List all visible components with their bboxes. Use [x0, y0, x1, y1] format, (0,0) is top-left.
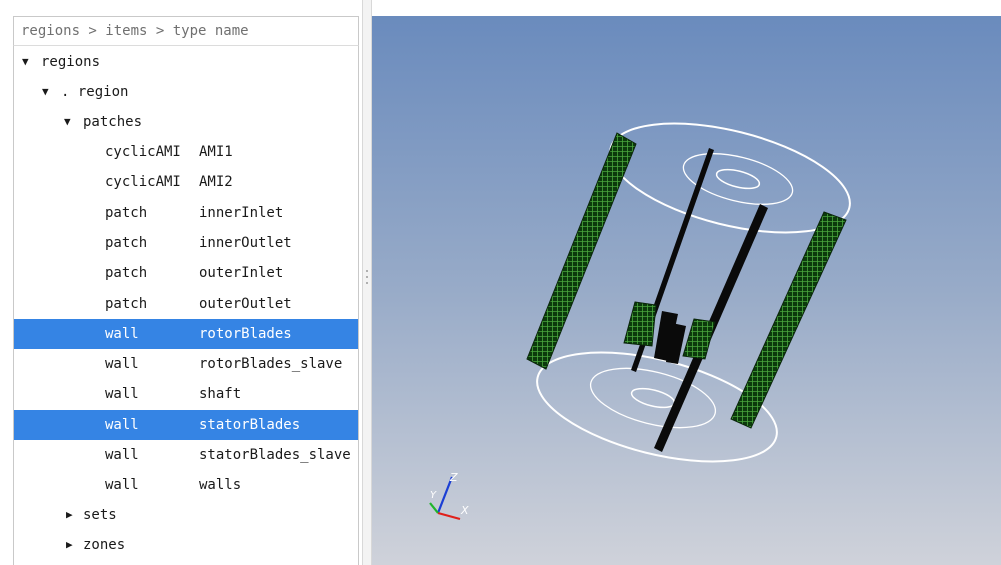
patch-row[interactable]: wall statorBlades: [14, 410, 358, 440]
patch-type: patch: [105, 265, 148, 281]
node-label: regions: [41, 54, 101, 70]
top-inner-ring-small: [715, 168, 761, 190]
splitter-grip: [366, 276, 368, 278]
patch-type: patch: [105, 235, 148, 251]
patch-row[interactable]: patch innerInlet: [14, 198, 358, 228]
patch-type: wall: [105, 417, 139, 433]
splitter-grip: [366, 282, 368, 284]
patch-type: patch: [105, 205, 148, 221]
patch-row[interactable]: patch outerInlet: [14, 258, 358, 288]
patch-row[interactable]: wall rotorBlades: [14, 319, 358, 349]
top-inner-ring: [682, 153, 794, 205]
patch-type: cyclicAMI: [105, 144, 181, 160]
3d-viewport[interactable]: Z Y X: [372, 16, 1001, 565]
node-label: zones: [83, 537, 126, 553]
collapse-caret-icon[interactable]: ▶: [66, 500, 73, 530]
node-label: . region: [61, 84, 129, 100]
patch-name: rotorBlades_slave: [199, 356, 343, 372]
patch-type: wall: [105, 356, 139, 372]
axis-label-z: Z: [449, 471, 458, 484]
node-label: patches: [83, 114, 143, 130]
patch-name: AMI1: [199, 144, 233, 160]
tree-node-region[interactable]: ▼ . region: [14, 77, 358, 107]
patch-type: wall: [105, 326, 139, 342]
panel-splitter[interactable]: [362, 0, 372, 565]
patch-type: cyclicAMI: [105, 174, 181, 190]
patch-row[interactable]: wall statorBlades_slave: [14, 440, 358, 470]
patch-name: outerInlet: [199, 265, 284, 281]
patch-row[interactable]: cyclicAMI AMI2: [14, 167, 358, 197]
patch-name: shaft: [199, 386, 242, 402]
patch-type: patch: [105, 296, 148, 312]
expand-caret-icon[interactable]: ▼: [42, 77, 49, 107]
tree-node-patches[interactable]: ▼ patches: [14, 107, 358, 137]
patch-name: innerOutlet: [199, 235, 292, 251]
patch-row[interactable]: patch innerOutlet: [14, 228, 358, 258]
patch-name: outerOutlet: [199, 296, 292, 312]
patch-name: statorBlades_slave: [199, 447, 351, 463]
patch-type: wall: [105, 386, 139, 402]
axis-label-x: X: [460, 504, 469, 517]
tree-panel: regions > items > type name ▼ regions ▼ …: [0, 0, 362, 565]
patch-row[interactable]: wall shaft: [14, 379, 358, 409]
patch-row[interactable]: wall rotorBlades_slave: [14, 349, 358, 379]
splitter-grip: [366, 270, 368, 272]
axis-label-y: Y: [430, 490, 437, 501]
patch-type: wall: [105, 477, 139, 493]
bottom-inner-ring: [589, 367, 717, 429]
bottom-inner-ring-small: [630, 387, 676, 409]
patch-type: wall: [105, 447, 139, 463]
orientation-axes: Z Y X: [429, 471, 469, 521]
node-label: sets: [83, 507, 117, 523]
patch-row[interactable]: wall walls: [14, 470, 358, 500]
patch-name: AMI2: [199, 174, 233, 190]
tree-column-header: regions > items > type name: [13, 16, 359, 46]
mesh-scene: Z Y X: [429, 122, 851, 521]
patch-name: innerInlet: [199, 205, 284, 221]
rotor-hub-left: [623, 301, 657, 347]
tree-node-regions[interactable]: ▼ regions: [14, 47, 358, 77]
tree-node-zones[interactable]: ▶ zones: [14, 530, 358, 560]
expand-caret-icon[interactable]: ▼: [22, 47, 29, 77]
patch-row[interactable]: patch outerOutlet: [14, 289, 358, 319]
patch-row[interactable]: cyclicAMI AMI1: [14, 137, 358, 167]
patch-name: walls: [199, 477, 242, 493]
patch-name: rotorBlades: [199, 326, 292, 342]
tree-node-sets[interactable]: ▶ sets: [14, 500, 358, 530]
patch-name: statorBlades: [199, 417, 301, 433]
rotor-hub-right: [682, 318, 716, 360]
expand-caret-icon[interactable]: ▼: [64, 107, 71, 137]
collapse-caret-icon[interactable]: ▶: [66, 530, 73, 560]
left-wall-mesh: [526, 132, 637, 370]
